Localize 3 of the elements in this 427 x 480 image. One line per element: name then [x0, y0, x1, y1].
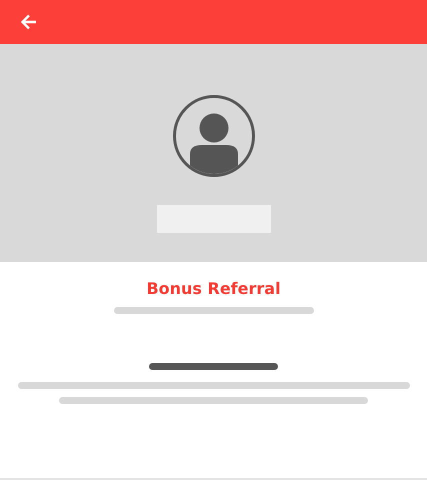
back-arrow-icon: [20, 13, 38, 31]
avatar-icon: [172, 94, 256, 178]
referral-title: Bonus Referral: [146, 279, 281, 299]
